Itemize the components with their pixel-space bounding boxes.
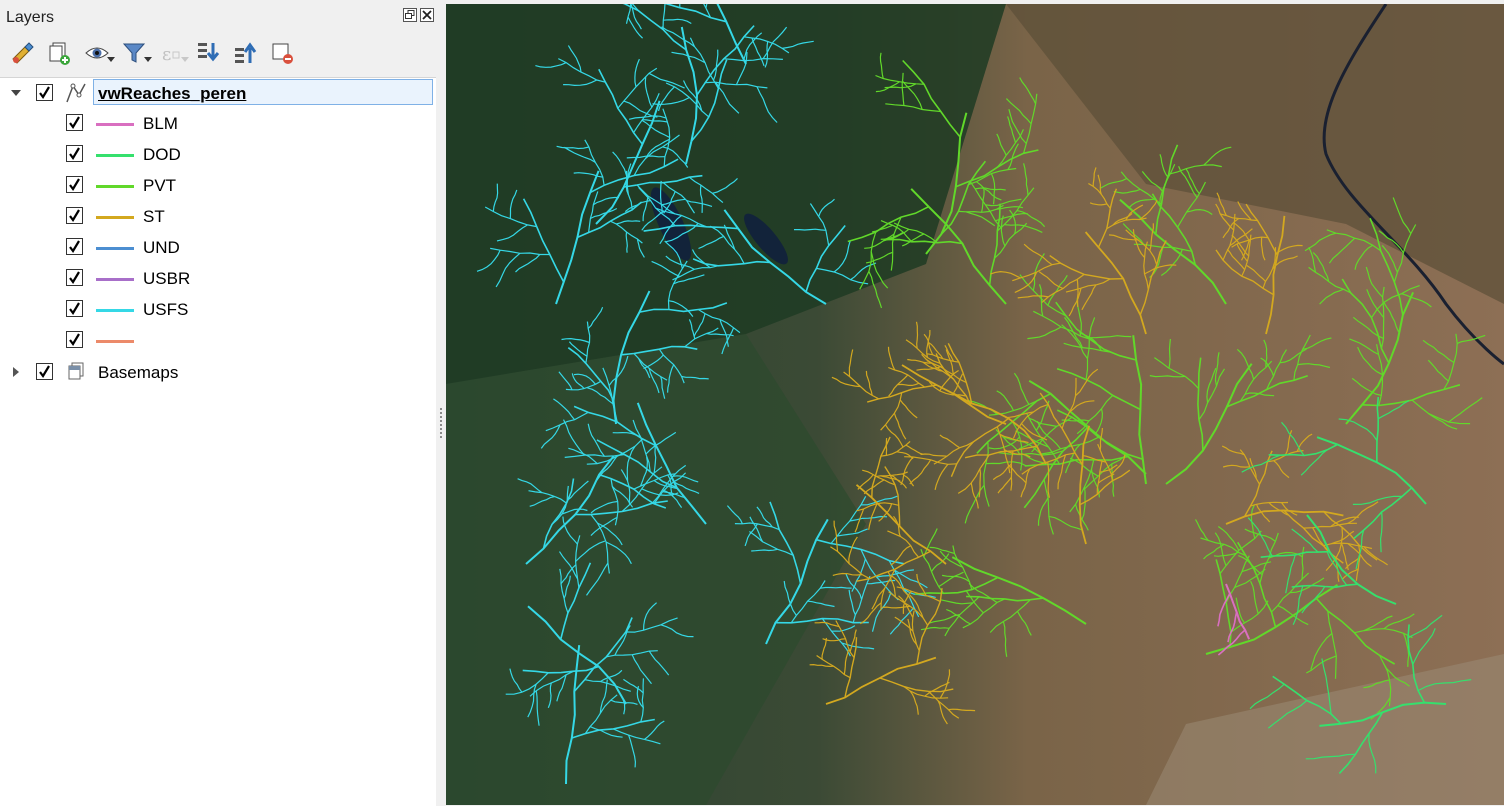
class-checkbox[interactable] [66, 176, 83, 193]
group-checkbox[interactable] [36, 363, 53, 380]
collapse-all-icon [232, 40, 258, 66]
stream-segment [820, 587, 851, 588]
layer-tree: vwReaches_peren BLM DOD PVT ST UND USBR USFS B… [0, 77, 436, 806]
symbol-swatch [96, 185, 134, 188]
map-canvas[interactable] [446, 4, 1504, 805]
panel-splitter[interactable] [436, 0, 446, 805]
layers-toolbar: ε [8, 38, 304, 68]
class-checkbox[interactable] [66, 300, 83, 317]
class-label: UND [143, 238, 180, 258]
symbol-swatch [96, 123, 134, 126]
symbol-swatch [96, 216, 134, 219]
class-label: ST [143, 207, 165, 227]
layer-name: vwReaches_peren [98, 84, 246, 104]
class-checkbox[interactable] [66, 331, 83, 348]
symbol-swatch [96, 154, 134, 157]
layer-group-icon [65, 361, 87, 383]
svg-text:ε: ε [162, 44, 171, 65]
symbol-swatch [96, 340, 134, 343]
group-name: Basemaps [98, 363, 178, 383]
symbol-swatch [96, 247, 134, 250]
class-checkbox[interactable] [66, 114, 83, 131]
visibility-button[interactable] [82, 38, 112, 68]
stream-segment [794, 229, 826, 230]
style-manager-button[interactable] [8, 38, 38, 68]
filter-expression-button[interactable]: ε [156, 38, 186, 68]
remove-layer-button[interactable] [267, 38, 297, 68]
class-checkbox[interactable] [66, 207, 83, 224]
class-label: BLM [143, 114, 178, 134]
class-row[interactable]: PVT [0, 171, 436, 202]
filter-legend-icon [121, 40, 147, 66]
map-view [446, 4, 1504, 805]
layer-row-vwreaches[interactable]: vwReaches_peren [0, 78, 436, 109]
symbol-swatch [96, 278, 134, 281]
class-row[interactable]: DOD [0, 140, 436, 171]
collapse-all-button[interactable] [230, 38, 260, 68]
class-row[interactable]: BLM [0, 109, 436, 140]
collapse-arrow-icon[interactable] [11, 88, 21, 98]
remove-layer-icon [269, 40, 295, 66]
filter-legend-button[interactable] [119, 38, 149, 68]
layers-panel: Layers [0, 0, 436, 805]
line-layer-icon [64, 81, 88, 105]
layer-row-basemaps[interactable]: Basemaps [0, 357, 436, 388]
class-row[interactable]: UND [0, 233, 436, 264]
expand-arrow-icon[interactable] [11, 367, 21, 377]
style-manager-icon [10, 40, 36, 66]
visibility-eye-icon [84, 40, 110, 66]
close-panel-button[interactable] [420, 8, 434, 22]
class-label: USFS [143, 300, 188, 320]
class-label: USBR [143, 269, 190, 289]
filter-expression-icon: ε [158, 40, 184, 66]
add-group-icon [47, 40, 73, 66]
class-row[interactable] [0, 326, 436, 357]
panel-title: Layers [6, 9, 54, 27]
class-row[interactable]: USBR [0, 264, 436, 295]
class-label: PVT [143, 176, 176, 196]
expand-all-button[interactable] [193, 38, 223, 68]
expand-all-icon [195, 40, 221, 66]
class-row[interactable]: ST [0, 202, 436, 233]
class-checkbox[interactable] [66, 238, 83, 255]
layer-checkbox[interactable] [36, 84, 53, 101]
class-checkbox[interactable] [66, 269, 83, 286]
class-row[interactable]: USFS [0, 295, 436, 326]
symbol-swatch [96, 309, 134, 312]
float-panel-button[interactable] [403, 8, 417, 22]
class-label: DOD [143, 145, 181, 165]
class-checkbox[interactable] [66, 145, 83, 162]
add-group-button[interactable] [45, 38, 75, 68]
